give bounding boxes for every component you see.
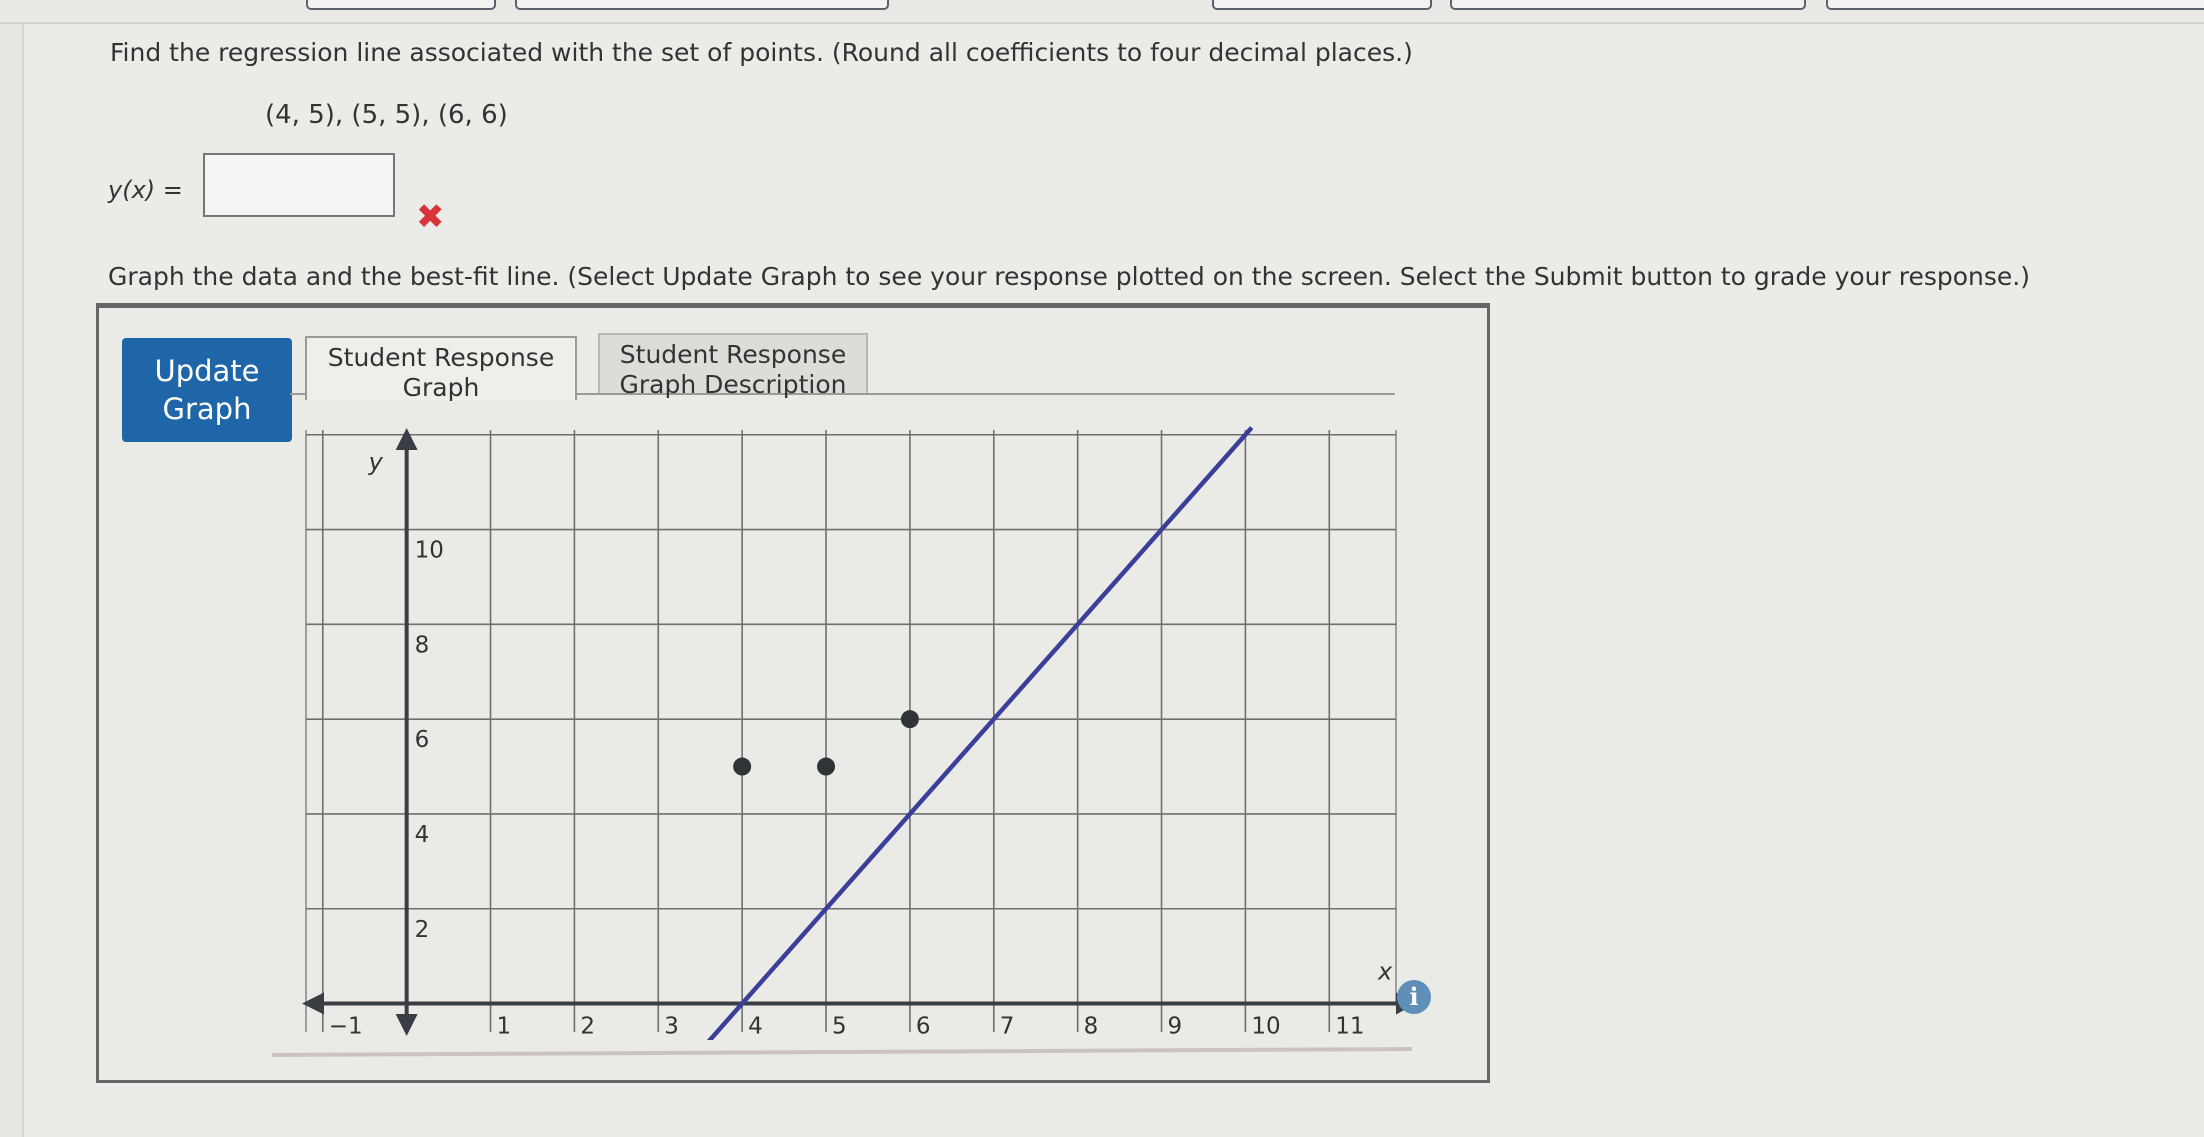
info-icon[interactable]: i xyxy=(1397,980,1431,1014)
toolbar-button[interactable] xyxy=(515,0,889,10)
update-graph-label-line2: Graph xyxy=(162,392,252,426)
top-toolbar xyxy=(0,0,2204,24)
x-tick-label: 3 xyxy=(664,1014,679,1040)
tab-label-line2: Graph xyxy=(402,373,480,402)
y-tick-label: 8 xyxy=(415,632,430,658)
y-tick-label: 10 xyxy=(415,538,444,564)
y-tick-label: 2 xyxy=(415,917,430,943)
update-graph-button[interactable]: Update Graph xyxy=(122,338,292,442)
data-point xyxy=(817,757,836,776)
tab-label-line2: Graph Description xyxy=(619,370,847,399)
points-list: (4, 5), (5, 5), (6, 6) xyxy=(265,100,508,130)
graph-canvas[interactable]: x y −1 1 2 3 4 5 6 7 8 9 10 11 2 4 6 8 10 xyxy=(298,420,1428,1058)
y-axis-label: y xyxy=(368,448,384,476)
x-tick-label: 7 xyxy=(1000,1014,1015,1040)
y-tick-label: 4 xyxy=(415,822,430,848)
toolbar-button[interactable] xyxy=(1450,0,1806,10)
x-tick-label: 11 xyxy=(1335,1014,1364,1040)
y-axis-arrow-up xyxy=(395,428,418,450)
x-tick-label: 4 xyxy=(748,1014,763,1040)
toolbar-button[interactable] xyxy=(1826,0,2204,10)
x-tick-label: 2 xyxy=(580,1014,595,1040)
y-axis-arrow-down xyxy=(395,1014,418,1036)
x-axis-label: x xyxy=(1377,958,1393,986)
graph-instructions: Graph the data and the best-fit line. (S… xyxy=(108,262,2030,291)
regression-line xyxy=(694,426,1254,1058)
tab-label-line1: Student Response xyxy=(619,340,847,369)
toolbar-button[interactable] xyxy=(306,0,496,10)
incorrect-icon: ✖ xyxy=(416,197,445,237)
student-response-graph[interactable]: x y −1 1 2 3 4 5 6 7 8 9 10 11 2 4 6 8 10 xyxy=(298,420,1428,1058)
regression-answer-input[interactable] xyxy=(203,153,395,217)
answer-label-fn: y(x) xyxy=(108,176,156,204)
x-tick-label: 8 xyxy=(1084,1014,1099,1040)
answer-label: y(x) = xyxy=(108,176,183,204)
data-point xyxy=(733,757,752,776)
x-tick-label: 9 xyxy=(1168,1014,1183,1040)
tab-student-response-graph-description[interactable]: Student Response Graph Description xyxy=(598,333,868,399)
tab-student-response-graph[interactable]: Student Response Graph xyxy=(305,336,577,402)
x-tick-label: 10 xyxy=(1251,1014,1280,1040)
toolbar-button[interactable] xyxy=(1212,0,1432,10)
question-prompt: Find the regression line associated with… xyxy=(110,38,1413,67)
y-tick-label: 6 xyxy=(415,727,430,753)
data-point xyxy=(900,710,919,729)
update-graph-label-line1: Update xyxy=(154,354,260,388)
x-tick-label: 1 xyxy=(497,1014,512,1040)
answer-label-eq: = xyxy=(155,176,183,204)
x-tick-label: −1 xyxy=(329,1014,363,1040)
x-tick-label: 6 xyxy=(916,1014,931,1040)
x-tick-label: 5 xyxy=(832,1014,847,1040)
tab-label-line1: Student Response xyxy=(327,343,555,372)
